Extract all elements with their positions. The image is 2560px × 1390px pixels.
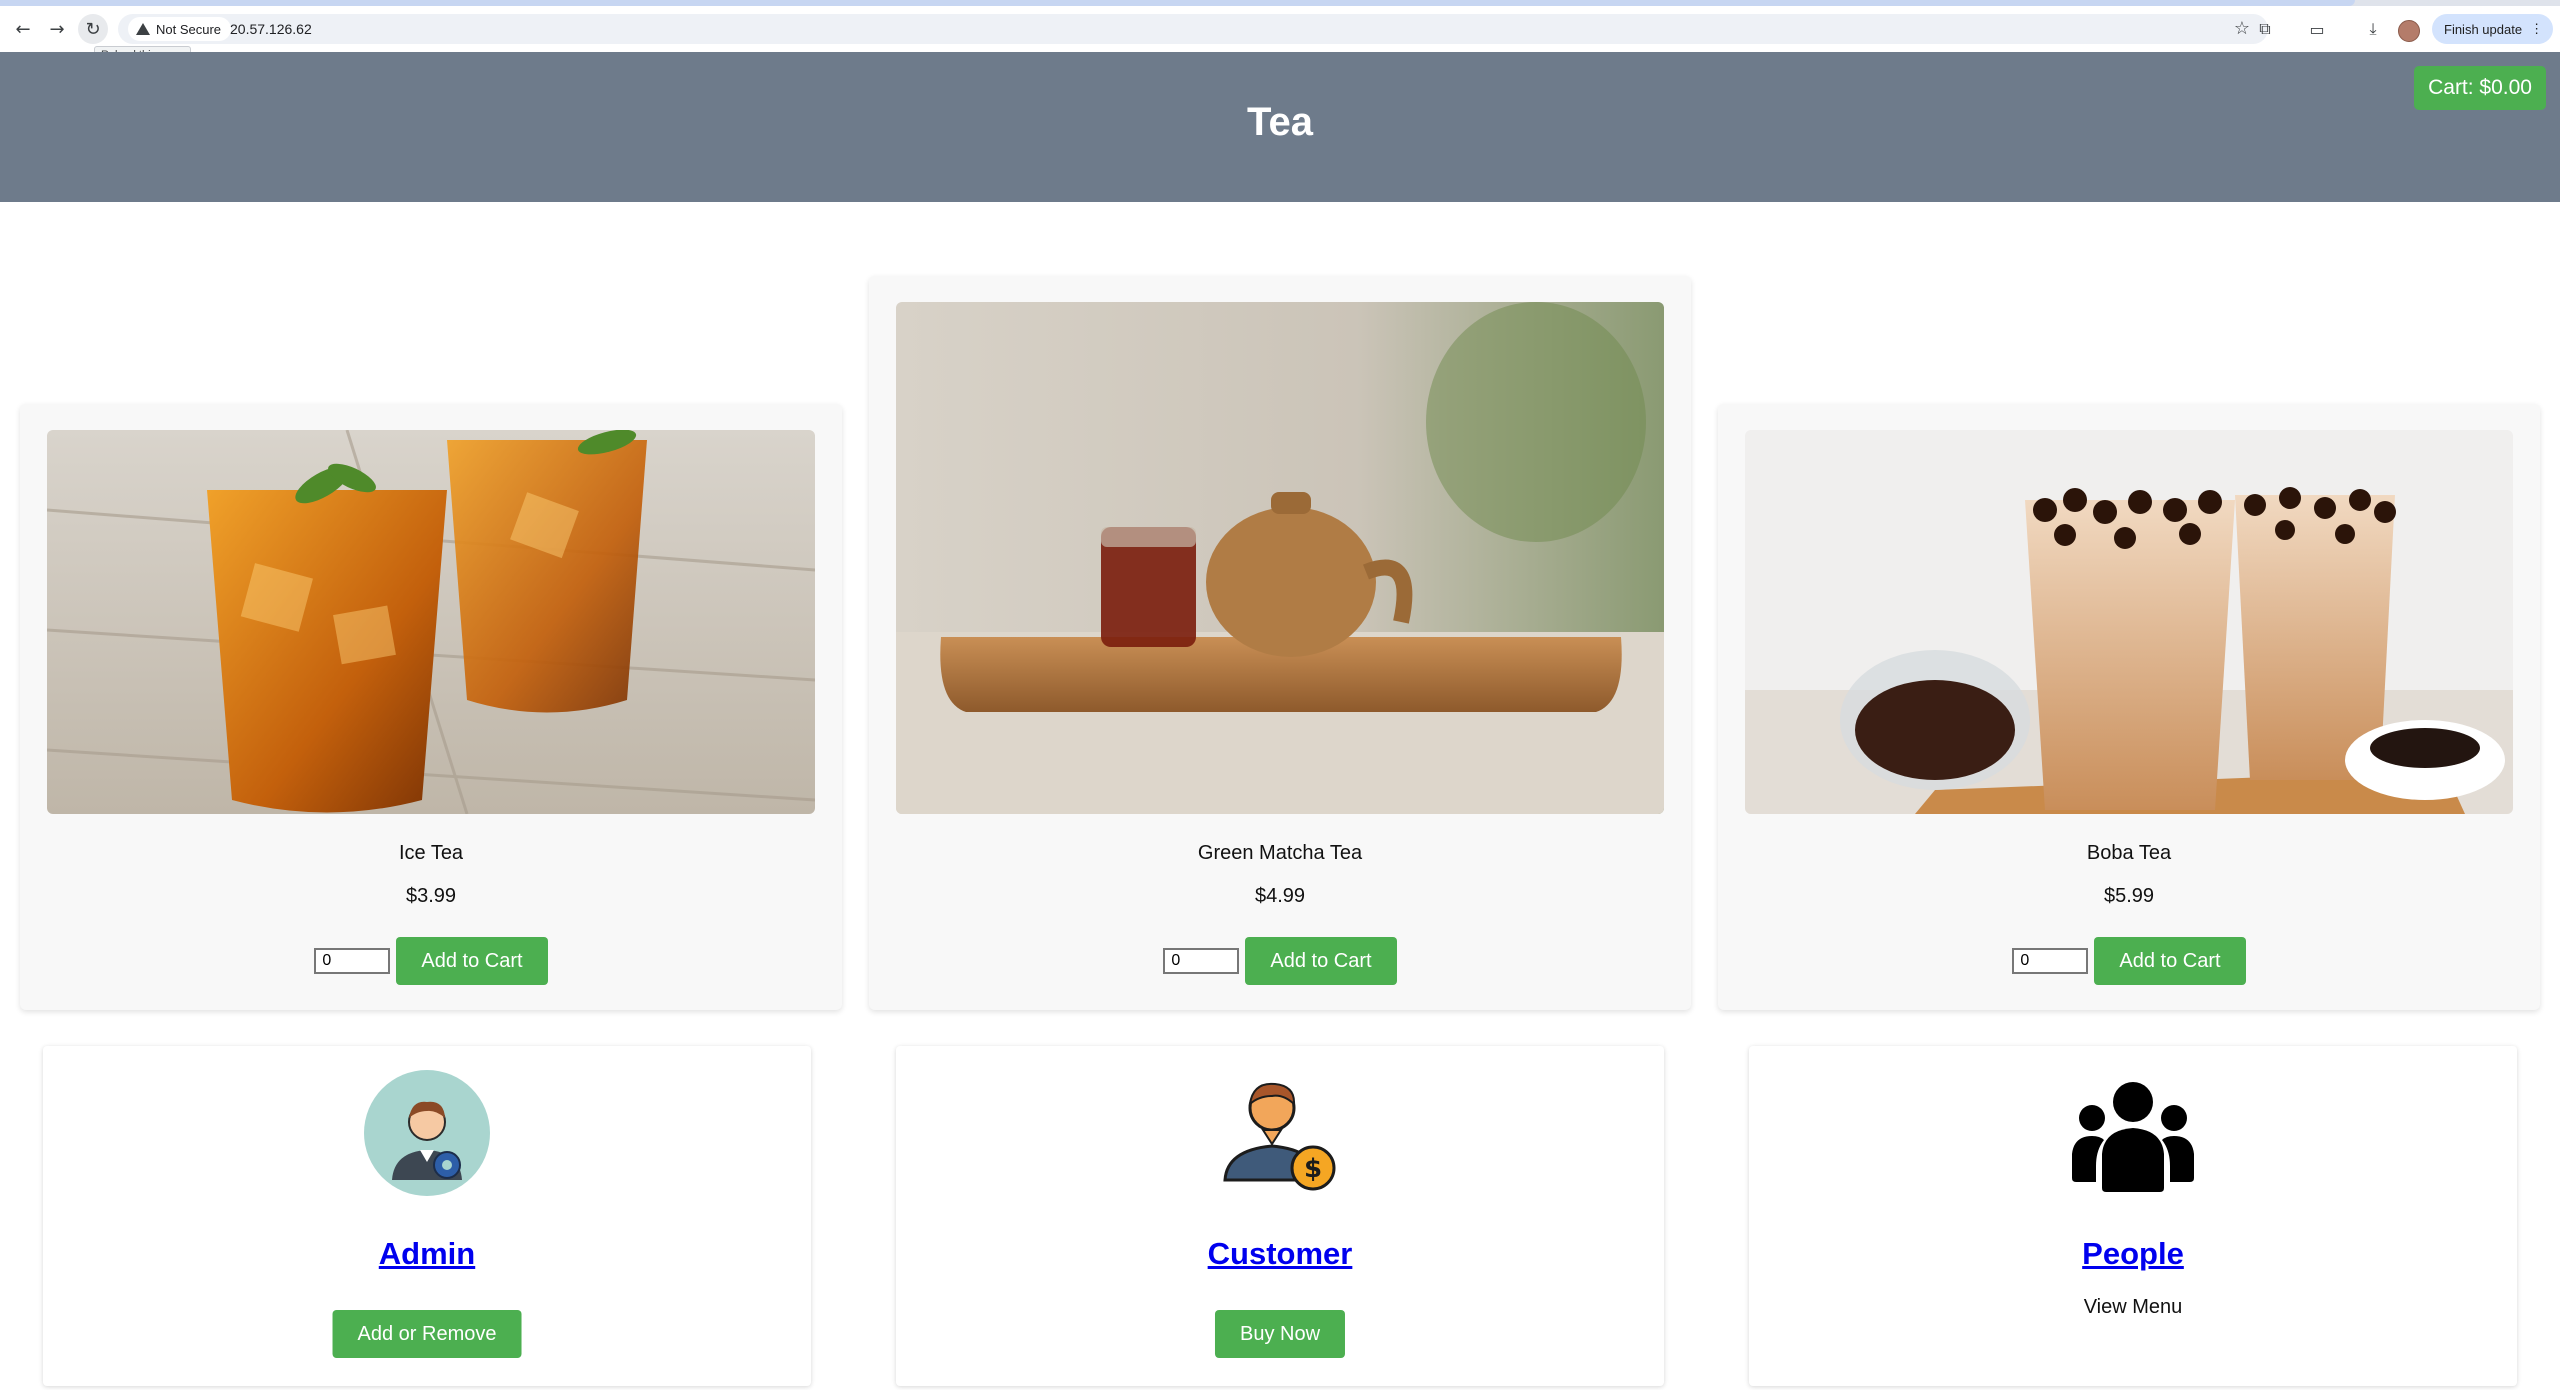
customer-dollar-icon: $ (1217, 1070, 1343, 1196)
extensions-icon[interactable]: ⧉ (2254, 18, 2276, 40)
product-name: Green Matcha Tea (1197, 842, 1363, 864)
product-price: $5.99 (2103, 885, 2155, 907)
browser-toolbar: ← → ↻ Not Secure 20.57.126.62 ☆ ⧉ ▭ ⤓ Fi… (0, 6, 2560, 53)
security-label: Not Secure (156, 21, 222, 37)
product-card: Ice Tea $3.99 Add to Cart (20, 404, 842, 1010)
back-arrow-icon[interactable]: ← (8, 14, 38, 44)
product-card: Boba Tea $5.99 Add to Cart (1718, 404, 2540, 1010)
page-header: Tea Cart: $0.00 (0, 52, 2560, 202)
warning-icon (136, 23, 150, 35)
group-people-icon (2070, 1070, 2196, 1196)
finish-update-button[interactable]: Finish update ⋮ (2432, 14, 2554, 44)
ice-tea-image (47, 430, 815, 814)
admin-gear-person-icon (364, 1070, 490, 1196)
add-to-cart-button[interactable]: Add to Cart (1245, 937, 1397, 985)
green-matcha-tea-image (896, 302, 1664, 814)
product-name: Ice Tea (398, 842, 464, 864)
security-chip[interactable]: Not Secure (128, 17, 232, 41)
svg-text:$: $ (1304, 1154, 1322, 1184)
customer-link[interactable]: Customer (896, 1236, 1664, 1272)
product-card: Green Matcha Tea $4.99 Add to Cart (869, 276, 1691, 1010)
view-menu-text: View Menu (2083, 1296, 2183, 1318)
boba-tea-image (1745, 430, 2513, 814)
cart-button[interactable]: Cart: $0.00 (2414, 66, 2546, 110)
quantity-input[interactable] (2012, 948, 2089, 974)
media-icon[interactable]: ▭ (2306, 18, 2328, 40)
admin-card: Admin Add or Remove (43, 1046, 811, 1386)
forward-arrow-icon[interactable]: → (42, 14, 72, 44)
product-price: $4.99 (1254, 885, 1306, 907)
profile-avatar[interactable] (2398, 20, 2420, 42)
page-title: Tea (1247, 100, 1313, 144)
product-price: $3.99 (405, 885, 457, 907)
more-menu-icon[interactable]: ⋮ (2530, 21, 2543, 37)
buy-now-button[interactable]: Buy Now (1214, 1310, 1346, 1358)
product-name: Boba Tea (2086, 842, 2172, 864)
finish-update-label: Finish update (2444, 21, 2523, 37)
people-card: People View Menu (1749, 1046, 2517, 1386)
quantity-input[interactable] (314, 948, 391, 974)
url-text[interactable]: 20.57.126.62 (230, 21, 312, 37)
address-bar[interactable]: Not Secure 20.57.126.62 ☆ (118, 14, 2268, 44)
admin-link[interactable]: Admin (43, 1236, 811, 1272)
customer-card: $ Customer Buy Now (896, 1046, 1664, 1386)
download-icon[interactable]: ⤓ (2362, 18, 2384, 40)
quantity-input[interactable] (1163, 948, 1240, 974)
add-to-cart-button[interactable]: Add to Cart (396, 937, 548, 985)
add-or-remove-button[interactable]: Add or Remove (332, 1310, 522, 1358)
add-to-cart-button[interactable]: Add to Cart (2094, 937, 2246, 985)
reload-icon[interactable]: ↻ (78, 14, 108, 44)
people-link[interactable]: People (1749, 1236, 2517, 1272)
star-icon[interactable]: ☆ (2234, 18, 2250, 39)
